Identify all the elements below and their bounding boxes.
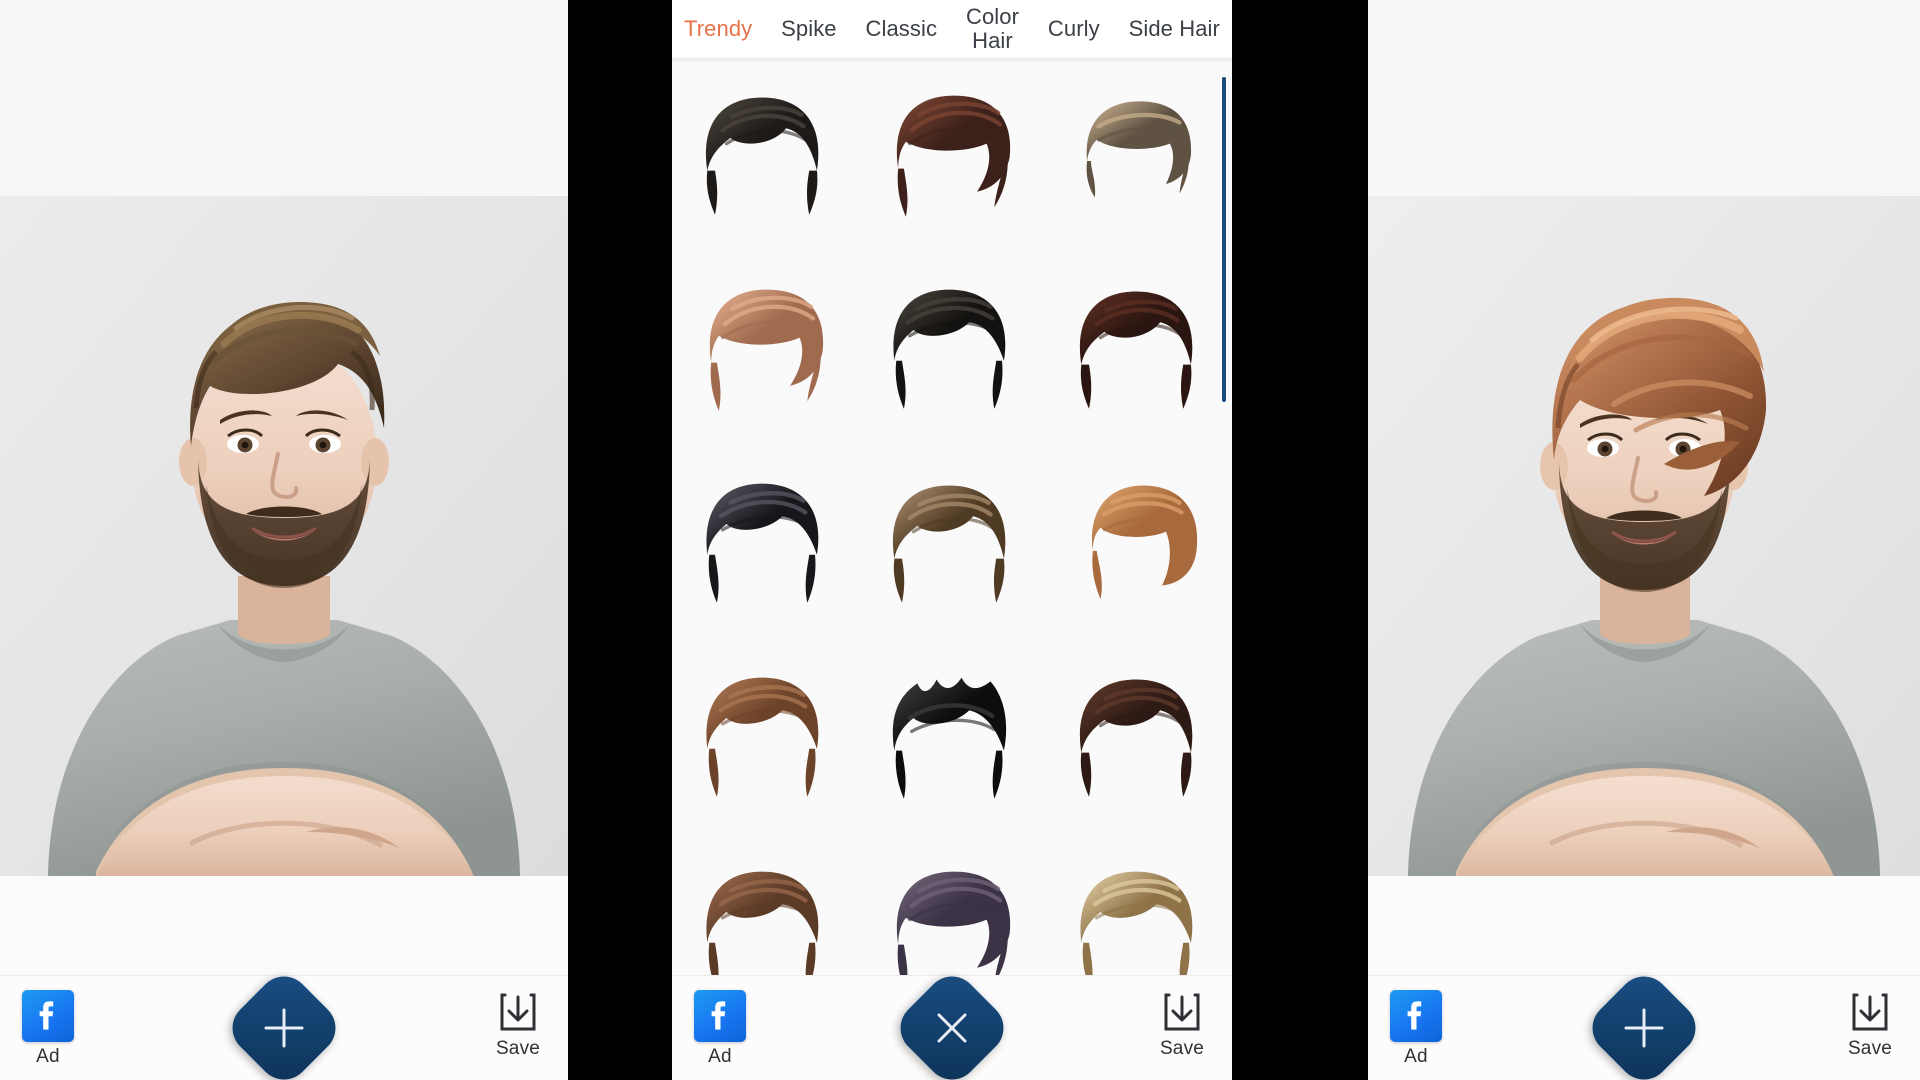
hairstyle-9	[1091, 485, 1197, 599]
hairstyle-cell[interactable]	[1045, 257, 1232, 451]
bottom-white-band	[0, 876, 568, 976]
hairstyle-8	[892, 485, 1006, 603]
ad-label: Ad	[1404, 1046, 1428, 1067]
hairstyle-cell[interactable]	[1045, 645, 1232, 839]
panel-result-photo: Ad Save	[1368, 0, 1920, 1080]
hairstyle-grid-scroll-area[interactable]	[672, 63, 1232, 976]
hairstyle-13	[706, 871, 819, 976]
hairstyle-11	[892, 677, 1007, 799]
add-button[interactable]	[221, 965, 347, 1080]
panel-original-photo: Ad Save	[0, 0, 568, 1080]
hairstyle-5	[893, 289, 1006, 409]
person-illustration-before	[0, 196, 568, 876]
result-photo[interactable]	[1368, 196, 1920, 876]
hairstyle-cell[interactable]	[1045, 63, 1232, 257]
hairstyle-10	[706, 677, 819, 797]
hairstyle-cell[interactable]	[859, 63, 1046, 257]
hairstyle-cell[interactable]	[1045, 839, 1232, 976]
top-white-band	[1368, 0, 1920, 196]
save-button[interactable]: Save	[1834, 988, 1906, 1066]
plus-icon	[240, 984, 328, 1072]
hairstyle-2	[896, 95, 1011, 217]
tab-classic[interactable]: Classic	[864, 17, 940, 41]
hairstyle-grid	[672, 63, 1232, 976]
facebook-icon[interactable]	[694, 990, 746, 1042]
plus-icon	[1600, 984, 1688, 1072]
hairstyle-cell[interactable]	[672, 839, 859, 976]
hairstyle-3	[1086, 101, 1191, 198]
bottom-action-bar-middle: Ad Save	[672, 965, 1232, 1080]
hairstyle-15	[1080, 871, 1192, 976]
panel-gap-left	[568, 0, 672, 1080]
tab-curly[interactable]: Curly	[1046, 17, 1102, 41]
download-icon	[1146, 988, 1218, 1036]
facebook-icon[interactable]	[22, 990, 74, 1042]
ad-label: Ad	[708, 1046, 732, 1067]
tab-trendy[interactable]: Trendy	[682, 17, 754, 41]
bottom-action-bar-right: Ad Save	[1368, 965, 1920, 1080]
save-label: Save	[1847, 1038, 1893, 1059]
hairstyle-cell[interactable]	[859, 645, 1046, 839]
hairstyle-14	[896, 871, 1011, 976]
person-illustration-after	[1368, 196, 1920, 876]
save-label: Save	[495, 1038, 541, 1059]
bottom-action-bar-left: Ad Save	[0, 965, 568, 1080]
download-icon	[482, 988, 554, 1036]
close-button[interactable]	[889, 965, 1015, 1080]
hairstyle-12	[1079, 679, 1192, 797]
download-icon	[1834, 988, 1906, 1036]
category-tab-bar: Trendy Spike Classic Color Hair Curly Side Ha…	[672, 0, 1232, 58]
bottom-white-band	[1368, 876, 1920, 976]
top-white-band	[0, 0, 568, 196]
hairstyle-cell[interactable]	[672, 451, 859, 645]
hairstyle-cell[interactable]	[672, 257, 859, 451]
vertical-scrollbar[interactable]	[1222, 77, 1226, 402]
close-icon	[908, 984, 996, 1072]
facebook-f-glyph	[39, 1001, 54, 1030]
hairstyle-cell[interactable]	[672, 645, 859, 839]
save-label: Save	[1159, 1038, 1205, 1059]
ad-label: Ad	[36, 1046, 60, 1067]
hairstyle-cell[interactable]	[859, 839, 1046, 976]
hairstyle-cell[interactable]	[859, 257, 1046, 451]
facebook-f-glyph	[1407, 1001, 1422, 1030]
hairstyle-cell[interactable]	[672, 63, 859, 257]
hairstyle-1	[706, 97, 819, 215]
save-button[interactable]: Save	[482, 988, 554, 1066]
save-button[interactable]: Save	[1146, 988, 1218, 1066]
hairstyle-4	[710, 289, 824, 411]
tab-color-hair[interactable]: Color Hair	[964, 5, 1021, 53]
hairstyle-7	[706, 483, 819, 603]
screenshot-stage: Ad Save Trendy Spike Classic Color Hair …	[0, 0, 1920, 1080]
add-button[interactable]	[1581, 965, 1707, 1080]
hairstyle-cell[interactable]	[859, 451, 1046, 645]
panel-hairstyle-picker: Trendy Spike Classic Color Hair Curly Side Ha…	[672, 0, 1232, 1080]
facebook-icon[interactable]	[1390, 990, 1442, 1042]
panel-gap-right	[1232, 0, 1368, 1080]
facebook-f-glyph	[711, 1001, 726, 1030]
hairstyle-6	[1079, 291, 1192, 409]
tab-spike[interactable]: Spike	[779, 17, 839, 41]
hairstyle-cell[interactable]	[1045, 451, 1232, 645]
original-photo[interactable]	[0, 196, 568, 876]
tab-side-hair[interactable]: Side Hair	[1127, 17, 1222, 41]
